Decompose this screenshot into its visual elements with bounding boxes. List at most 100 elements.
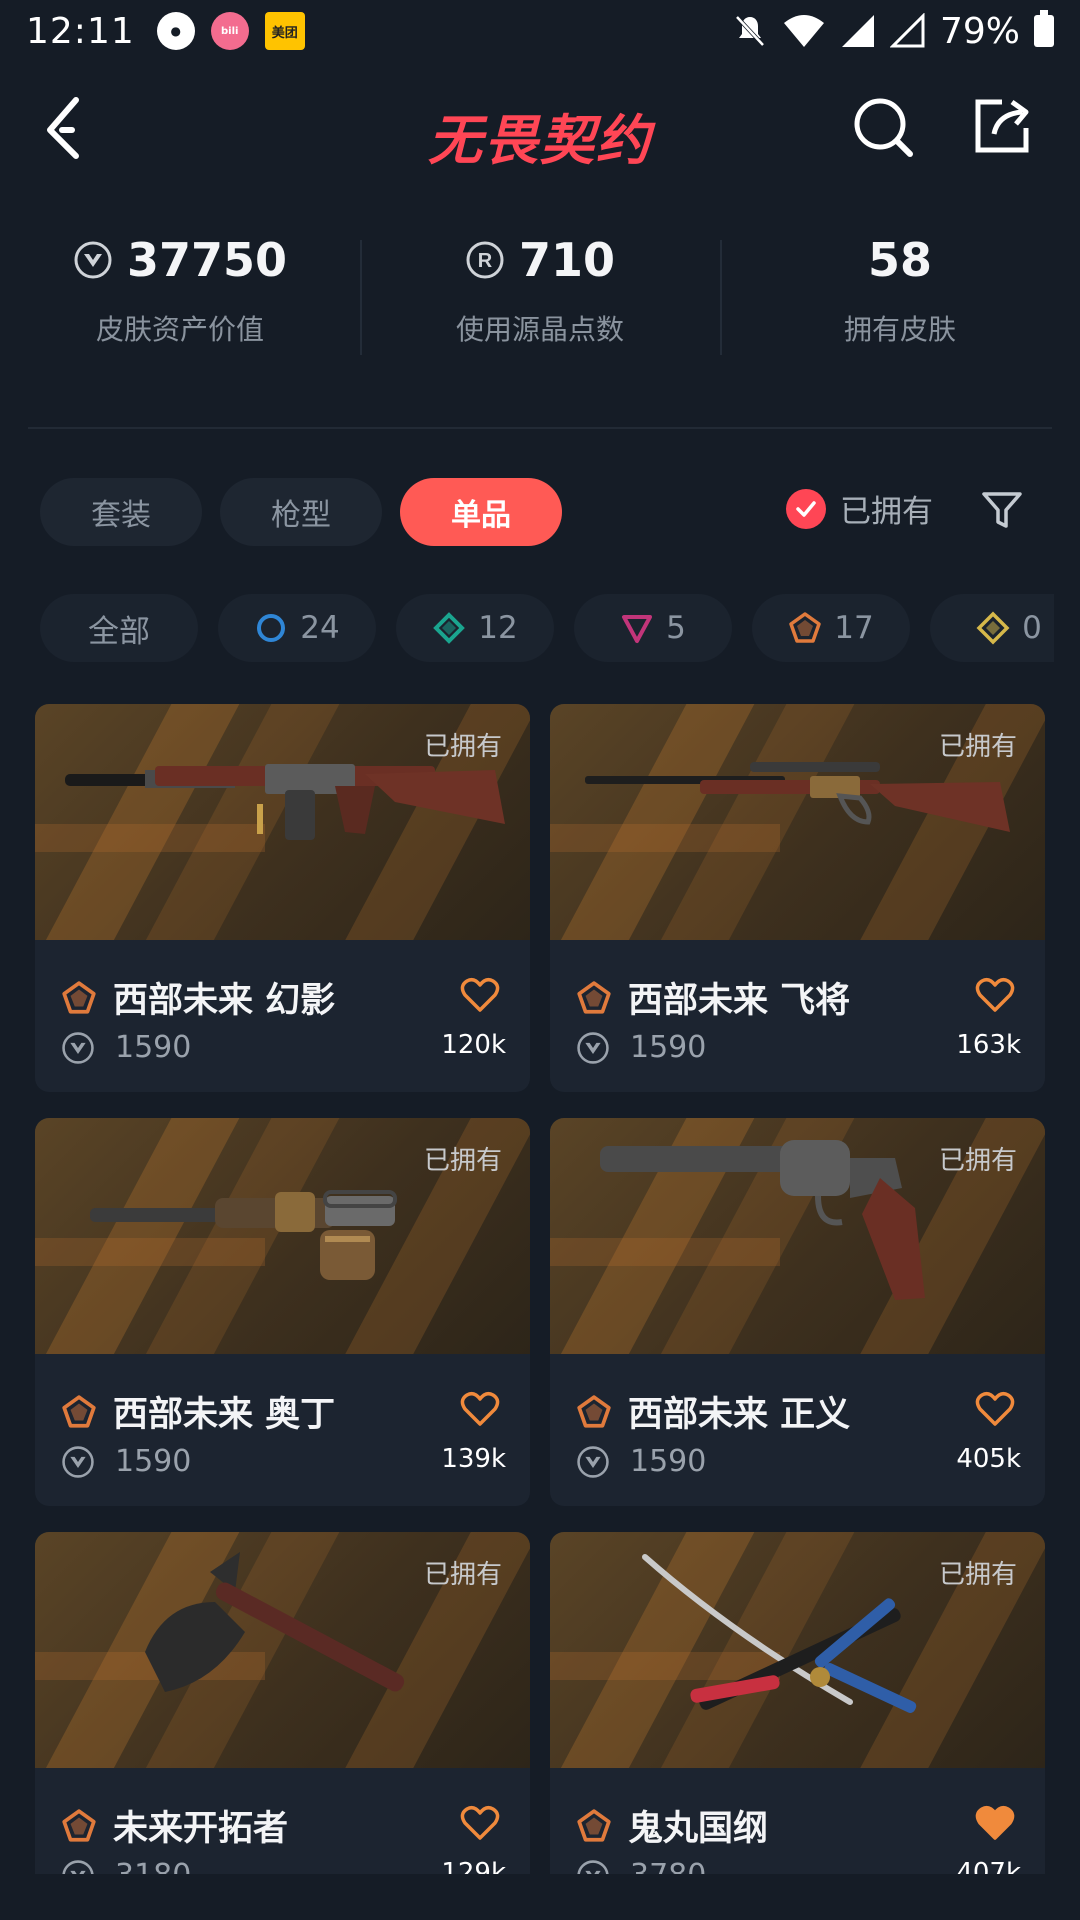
signal-empty-icon xyxy=(889,13,925,48)
vp-coin-icon xyxy=(62,1859,94,1874)
exclusive-tier-icon xyxy=(789,612,822,643)
card-title-row: 鬼丸国纲 xyxy=(576,1800,768,1851)
radianite-icon: R xyxy=(466,241,504,279)
deluxe-tier-icon xyxy=(433,612,466,644)
chip-label: 5 xyxy=(666,610,686,646)
owned-filter-label: 已拥有 xyxy=(840,494,933,530)
owned-tag: 已拥有 xyxy=(423,1560,502,1590)
skin-price: 1590 xyxy=(630,1444,707,1479)
price-row: 3780 xyxy=(576,1858,706,1874)
chip-label: 17 xyxy=(834,610,874,646)
heart-filled-icon[interactable] xyxy=(975,1804,1015,1842)
heart-icon[interactable] xyxy=(460,1804,500,1842)
heart-icon[interactable] xyxy=(975,976,1015,1014)
tier-filter-chips: 全部 24 12 5 17 0 xyxy=(40,594,1054,662)
ultra-tier-icon xyxy=(976,611,1010,645)
chip-select-tier[interactable]: 24 xyxy=(218,594,376,662)
skin-card[interactable]: 已拥有 未来开拓者 3180 129k xyxy=(35,1532,530,1874)
chip-label: 全部 xyxy=(88,613,150,650)
search-icon[interactable] xyxy=(850,94,916,160)
vp-coin-icon xyxy=(62,1031,94,1064)
share-icon[interactable] xyxy=(972,94,1034,156)
category-tabs: 套装 枪型 单品 xyxy=(40,478,562,546)
skin-card[interactable]: 已拥有 西部未来 飞将 1590 163k xyxy=(550,704,1045,1092)
tab-single-items[interactable]: 单品 xyxy=(400,478,562,546)
owned-tag: 已拥有 xyxy=(423,1146,502,1176)
filter-icon[interactable] xyxy=(980,488,1024,532)
owned-tag: 已拥有 xyxy=(423,732,502,762)
like-count: 139k xyxy=(441,1444,506,1474)
heart-icon[interactable] xyxy=(460,1390,500,1428)
exclusive-tier-icon xyxy=(577,980,611,1014)
skin-grid: 已拥有 西部未来 幻影 1590 120k 已拥有 西部未来 飞将 1590 1… xyxy=(35,704,1047,1874)
price-row: 1590 xyxy=(61,1030,191,1065)
card-title-row: 西部未来 正义 xyxy=(576,1386,850,1437)
tab-bundles[interactable]: 套装 xyxy=(40,478,202,546)
card-title-row: 西部未来 飞将 xyxy=(576,972,850,1023)
skin-card[interactable]: 已拥有 西部未来 奥丁 1590 139k xyxy=(35,1118,530,1506)
skin-name: 西部未来 奥丁 xyxy=(113,1395,336,1435)
stat-label: 皮肤资产价值 xyxy=(95,313,264,346)
price-row: 1590 xyxy=(576,1030,706,1065)
chip-label: 24 xyxy=(300,610,340,646)
app-header: 无畏契约 xyxy=(0,62,1080,192)
like-count: 407k xyxy=(956,1858,1021,1874)
select-tier-icon xyxy=(257,614,286,642)
skin-price: 1590 xyxy=(115,1030,192,1065)
skin-price: 1590 xyxy=(115,1444,192,1479)
vp-coin-icon xyxy=(577,1445,609,1478)
skin-price: 1590 xyxy=(630,1030,707,1065)
chip-premium-tier[interactable]: 5 xyxy=(574,594,732,662)
card-title-row: 西部未来 奥丁 xyxy=(61,1386,335,1437)
exclusive-tier-icon xyxy=(62,980,96,1014)
stat-value: 58 xyxy=(867,233,932,287)
exclusive-tier-icon xyxy=(577,1808,611,1842)
signal-icon xyxy=(841,15,874,47)
divider xyxy=(28,427,1052,429)
battery-icon xyxy=(1034,10,1054,47)
like-count: 129k xyxy=(441,1858,506,1874)
exclusive-tier-icon xyxy=(62,1808,96,1842)
skin-name: 未来开拓者 xyxy=(113,1809,289,1849)
skin-card[interactable]: 已拥有 西部未来 正义 1590 405k xyxy=(550,1118,1045,1506)
vp-coin-icon xyxy=(62,1445,94,1478)
chip-all[interactable]: 全部 xyxy=(40,594,198,662)
skin-name: 西部未来 幻影 xyxy=(113,981,336,1021)
chip-label: 12 xyxy=(478,610,518,646)
card-title-row: 未来开拓者 xyxy=(61,1800,288,1851)
owned-filter-toggle[interactable]: 已拥有 xyxy=(786,486,933,531)
meituan-icon: 美团 xyxy=(264,12,305,50)
chip-label: 0 xyxy=(1022,610,1042,646)
vp-coin-icon xyxy=(577,1859,609,1874)
exclusive-tier-icon xyxy=(62,1394,96,1428)
owned-tag: 已拥有 xyxy=(938,1560,1017,1590)
wifi-icon xyxy=(783,15,824,47)
like-count: 163k xyxy=(956,1030,1021,1060)
skin-card[interactable]: 已拥有 西部未来 幻影 1590 120k xyxy=(35,704,530,1092)
stat-value: 710 xyxy=(518,233,616,287)
chip-deluxe-tier[interactable]: 12 xyxy=(396,594,554,662)
chip-ultra-tier[interactable]: 0 xyxy=(930,594,1054,662)
chip-exclusive-tier[interactable]: 17 xyxy=(752,594,910,662)
status-bar: 12:11 ● bili 美团 79% xyxy=(0,0,1080,62)
skin-card[interactable]: 已拥有 鬼丸国纲 3780 407k xyxy=(550,1532,1045,1874)
checkmark-icon xyxy=(786,488,826,529)
stat-radianite: R 710 使用源晶点数 xyxy=(360,230,720,360)
price-row: 3180 xyxy=(61,1858,191,1874)
vp-coin-icon xyxy=(74,241,112,279)
battery-percent: 79% xyxy=(939,10,1020,52)
heart-icon[interactable] xyxy=(975,1390,1015,1428)
stat-label: 拥有皮肤 xyxy=(843,313,956,346)
heart-icon[interactable] xyxy=(460,976,500,1014)
premium-tier-icon xyxy=(622,615,653,643)
skin-name: 西部未来 正义 xyxy=(628,1395,851,1435)
owned-tag: 已拥有 xyxy=(938,732,1017,762)
owned-tag: 已拥有 xyxy=(938,1146,1017,1176)
message-icon: ● xyxy=(156,12,195,50)
price-row: 1590 xyxy=(61,1444,191,1479)
skin-price: 3180 xyxy=(115,1858,191,1874)
exclusive-tier-icon xyxy=(577,1394,611,1428)
stat-value: 37750 xyxy=(126,233,288,287)
skin-name: 鬼丸国纲 xyxy=(628,1809,769,1849)
tab-weapon-type[interactable]: 枪型 xyxy=(220,478,382,546)
